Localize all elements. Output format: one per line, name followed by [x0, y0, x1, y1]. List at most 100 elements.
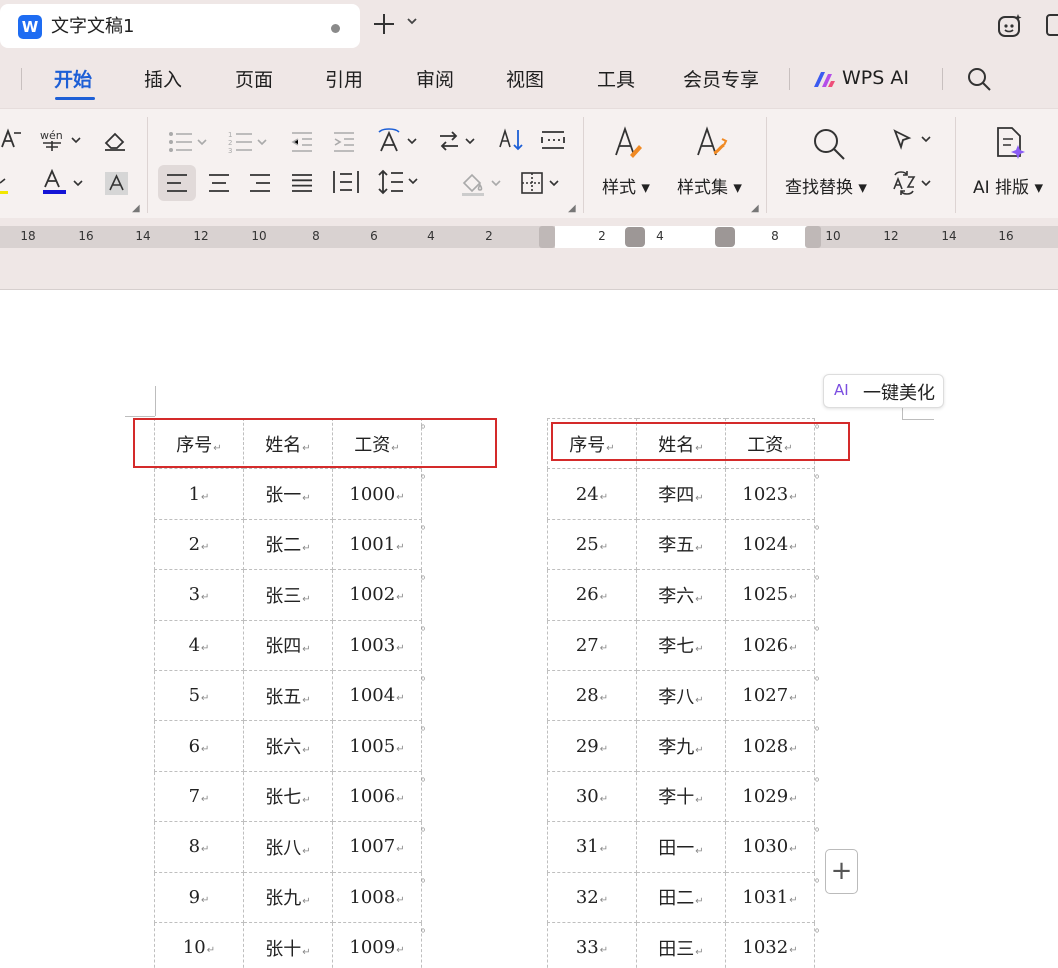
table-cell[interactable]: 张一↵ [243, 468, 333, 520]
table-cell[interactable]: 1002↵ [332, 569, 422, 621]
table-cell[interactable]: 7↵ [154, 770, 244, 823]
align-right-button[interactable] [249, 173, 271, 193]
table-cell[interactable]: 24↵ [547, 468, 637, 520]
table-cell[interactable]: 1028↵ [725, 720, 815, 772]
tab-home[interactable]: 开始 [54, 67, 92, 93]
align-center-button[interactable] [208, 173, 230, 193]
table-cell[interactable]: 李十↵ [636, 770, 726, 823]
table-cell[interactable]: 30↵ [547, 770, 637, 823]
table-cell[interactable]: 张十↵ [243, 921, 333, 968]
align-left-button[interactable] [166, 173, 188, 193]
tab-member[interactable]: 会员专享 [683, 67, 759, 93]
table-cell[interactable]: 8↵ [154, 821, 244, 873]
table-cell[interactable]: 31↵ [547, 821, 637, 873]
column-grip-icon[interactable] [715, 227, 735, 247]
table-cell[interactable]: 5↵ [154, 669, 244, 722]
table-cell[interactable]: 1027↵ [725, 669, 815, 722]
tab-references[interactable]: 引用 [325, 67, 363, 93]
ai-beautify-button[interactable]: AI 一键美化 [823, 374, 944, 408]
ai-layout-button[interactable]: AI 排版 ▾ [973, 173, 1043, 198]
table-cell[interactable]: 2↵ [154, 518, 244, 571]
horizontal-ruler[interactable]: 18 16 14 12 10 8 6 4 2 2 4 8 10 12 14 16 [0, 226, 1058, 248]
table-cell[interactable]: 1006↵ [332, 770, 422, 823]
right-margin-handle[interactable] [805, 226, 821, 248]
table-cell[interactable]: 张三↵ [243, 569, 333, 621]
table-cell[interactable]: 1030↵ [725, 821, 815, 873]
sort-button[interactable] [498, 127, 526, 153]
table-cell[interactable]: 张二↵ [243, 518, 333, 571]
table-cell[interactable]: 李四↵ [636, 468, 726, 520]
distribute-button[interactable] [332, 169, 360, 195]
table-cell[interactable]: 4↵ [154, 619, 244, 671]
line-spacing-button[interactable] [378, 169, 422, 195]
document-page[interactable]: 序号↵ 姓名↵ 工资↵ 1↵ 张一↵ 1000↵ 2↵ 张二↵ 1001↵ 3↵ 张三↵ 1002↵ 4… [0, 291, 1058, 968]
font-color-button[interactable] [42, 169, 88, 197]
table-cell[interactable]: 6↵ [154, 720, 244, 772]
table-cell[interactable]: 1000↵ [332, 468, 422, 520]
tab-tools[interactable]: 工具 [597, 67, 635, 93]
style-set-button[interactable]: 样式集 ▾ [677, 173, 742, 198]
table-cell[interactable]: 李六↵ [636, 569, 726, 621]
table-cell[interactable]: 26↵ [547, 569, 637, 621]
table-cell[interactable]: 李七↵ [636, 619, 726, 671]
table-cell[interactable]: 张四↵ [243, 619, 333, 671]
table-cell[interactable]: 1024↵ [725, 518, 815, 571]
font-dialog-launcher[interactable]: ◢ [132, 203, 140, 214]
table-cell[interactable]: 张六↵ [243, 720, 333, 772]
paragraph-dialog-launcher[interactable]: ◢ [568, 203, 576, 214]
table-cell[interactable]: 张九↵ [243, 871, 333, 923]
tab-review[interactable]: 审阅 [416, 67, 454, 93]
table-cell[interactable]: 1008↵ [332, 871, 422, 923]
table-cell[interactable]: 1032↵ [725, 921, 815, 968]
styles-dialog-launcher[interactable]: ◢ [751, 203, 759, 214]
table-cell[interactable]: 李九↵ [636, 720, 726, 772]
table-cell[interactable]: 李八↵ [636, 669, 726, 722]
table-cell[interactable]: 1025↵ [725, 569, 815, 621]
decrease-font-size-button[interactable] [0, 127, 24, 151]
increase-indent-button[interactable] [332, 131, 356, 153]
table-cell[interactable]: 33↵ [547, 921, 637, 968]
tab-list-button[interactable] [406, 15, 418, 31]
table-cell[interactable]: 1001↵ [332, 518, 422, 571]
column-grip-icon[interactable] [625, 227, 645, 247]
find-replace-button[interactable]: 查找替换 ▾ [785, 173, 867, 198]
pinyin-guide-button[interactable]: wén [40, 127, 82, 153]
clear-format-button[interactable] [102, 127, 128, 153]
table-cell[interactable]: 张七↵ [243, 770, 333, 823]
bullet-list-button[interactable] [168, 131, 212, 153]
borders-button[interactable] [520, 171, 564, 195]
decrease-indent-button[interactable] [290, 131, 314, 153]
text-flow-button[interactable] [438, 129, 480, 153]
new-tab-button[interactable] [372, 12, 396, 40]
highlight-button[interactable] [0, 169, 12, 195]
ai-layout-icon-wrap[interactable] [994, 125, 1028, 161]
left-margin-handle[interactable] [539, 226, 555, 248]
table-cell[interactable]: 李五↵ [636, 518, 726, 571]
tab-page[interactable]: 页面 [235, 67, 273, 93]
add-row-button[interactable]: + [825, 849, 858, 894]
table-cell[interactable]: 田一↵ [636, 821, 726, 873]
styles-icon-wrap[interactable] [612, 125, 644, 161]
table-cell[interactable]: 32↵ [547, 871, 637, 923]
text-direction-button[interactable] [376, 127, 422, 155]
tab-view[interactable]: 视图 [506, 67, 544, 93]
ai-assistant-button[interactable] [996, 12, 1024, 40]
table-cell[interactable]: 张八↵ [243, 821, 333, 873]
styles-button[interactable]: 样式 ▾ [602, 173, 650, 198]
right-salary-table[interactable]: 序号↵ 姓名↵ 工资↵ 24↵ 李四↵ 1023↵ 25↵ 李五↵ 1024↵ 26↵ 李六↵ 102… [547, 417, 815, 968]
table-cell[interactable]: 1005↵ [332, 720, 422, 772]
show-marks-button[interactable] [540, 129, 566, 151]
table-cell[interactable]: 28↵ [547, 669, 637, 722]
table-cell[interactable]: 田二↵ [636, 871, 726, 923]
table-cell[interactable]: 10↵ [154, 921, 244, 968]
table-cell[interactable]: 1009↵ [332, 921, 422, 968]
numbered-list-button[interactable]: 123 [228, 131, 272, 153]
table-cell[interactable]: 1004↵ [332, 669, 422, 722]
global-search-button[interactable] [965, 65, 993, 93]
left-salary-table[interactable]: 序号↵ 姓名↵ 工资↵ 1↵ 张一↵ 1000↵ 2↵ 张二↵ 1001↵ 3↵ 张三↵ 1002↵ 4… [154, 417, 422, 968]
char-shading-button[interactable] [104, 171, 130, 197]
find-icon-wrap[interactable] [812, 127, 846, 161]
justify-button[interactable] [291, 173, 313, 193]
table-cell[interactable]: 3↵ [154, 569, 244, 621]
tab-insert[interactable]: 插入 [144, 67, 182, 93]
